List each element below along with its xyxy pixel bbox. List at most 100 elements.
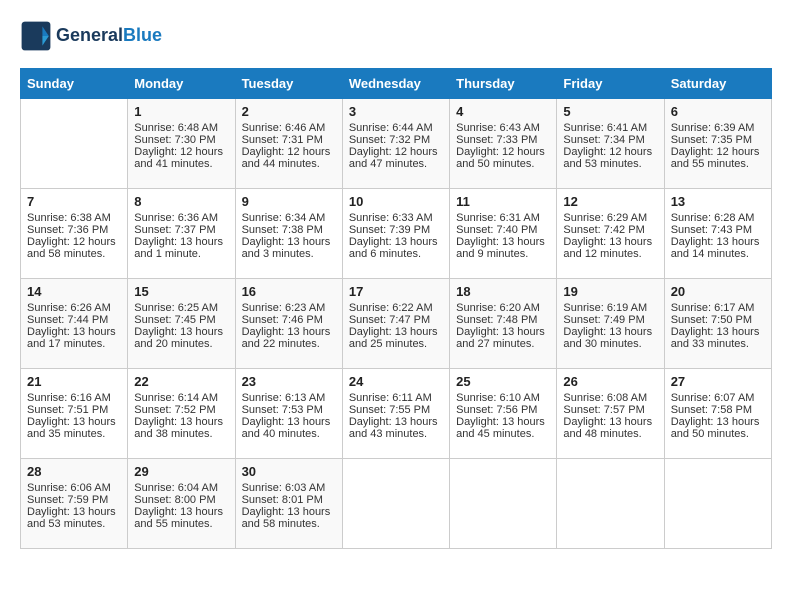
day-number: 7 [27,194,121,209]
calendar-cell: 11Sunrise: 6:31 AMSunset: 7:40 PMDayligh… [450,189,557,279]
day-info-line: Daylight: 13 hours [349,416,443,428]
day-info-line: Daylight: 13 hours [134,236,228,248]
day-number: 29 [134,464,228,479]
day-info-line: and 50 minutes. [456,158,550,170]
day-info-line: and 58 minutes. [242,518,336,530]
day-info-line: Sunrise: 6:04 AM [134,482,228,494]
day-info-line: and 58 minutes. [27,248,121,260]
day-info-line: Sunset: 7:39 PM [349,224,443,236]
calendar-cell: 19Sunrise: 6:19 AMSunset: 7:49 PMDayligh… [557,279,664,369]
weekday-header-wednesday: Wednesday [342,69,449,99]
day-number: 13 [671,194,765,209]
day-info-line: Daylight: 13 hours [563,236,657,248]
day-number: 24 [349,374,443,389]
day-info-line: Sunrise: 6:11 AM [349,392,443,404]
day-info-line: Sunset: 7:46 PM [242,314,336,326]
day-number: 10 [349,194,443,209]
calendar-cell [342,459,449,549]
day-info-line: and 45 minutes. [456,428,550,440]
calendar-cell: 18Sunrise: 6:20 AMSunset: 7:48 PMDayligh… [450,279,557,369]
day-info-line: Daylight: 13 hours [242,236,336,248]
day-info-line: Sunset: 7:55 PM [349,404,443,416]
calendar-cell: 21Sunrise: 6:16 AMSunset: 7:51 PMDayligh… [21,369,128,459]
day-info-line: Sunrise: 6:44 AM [349,122,443,134]
day-number: 2 [242,104,336,119]
calendar-cell: 17Sunrise: 6:22 AMSunset: 7:47 PMDayligh… [342,279,449,369]
day-number: 30 [242,464,336,479]
day-info-line: Sunrise: 6:06 AM [27,482,121,494]
day-info-line: Sunset: 7:56 PM [456,404,550,416]
calendar-cell [664,459,771,549]
day-info-line: Daylight: 13 hours [563,326,657,338]
day-number: 21 [27,374,121,389]
day-info-line: Daylight: 13 hours [456,416,550,428]
day-info-line: Sunset: 7:50 PM [671,314,765,326]
day-info-line: Sunrise: 6:34 AM [242,212,336,224]
day-info-line: Sunrise: 6:20 AM [456,302,550,314]
day-info-line: Daylight: 13 hours [242,416,336,428]
calendar-cell: 4Sunrise: 6:43 AMSunset: 7:33 PMDaylight… [450,99,557,189]
day-info-line: Sunset: 7:37 PM [134,224,228,236]
calendar-week-row: 14Sunrise: 6:26 AMSunset: 7:44 PMDayligh… [21,279,772,369]
day-info-line: and 47 minutes. [349,158,443,170]
day-info-line: Daylight: 13 hours [27,416,121,428]
day-number: 3 [349,104,443,119]
day-info-line: Sunrise: 6:25 AM [134,302,228,314]
day-info-line: Sunset: 7:59 PM [27,494,121,506]
day-info-line: Daylight: 13 hours [563,416,657,428]
logo-line2: Blue [123,25,162,45]
day-info-line: and 1 minute. [134,248,228,260]
day-info-line: Sunrise: 6:29 AM [563,212,657,224]
day-info-line: Sunset: 7:42 PM [563,224,657,236]
day-info-line: and 20 minutes. [134,338,228,350]
day-info-line: Daylight: 13 hours [134,326,228,338]
day-number: 27 [671,374,765,389]
calendar-cell: 3Sunrise: 6:44 AMSunset: 7:32 PMDaylight… [342,99,449,189]
day-info-line: and 25 minutes. [349,338,443,350]
day-number: 11 [456,194,550,209]
day-info-line: Daylight: 13 hours [671,326,765,338]
calendar-cell: 28Sunrise: 6:06 AMSunset: 7:59 PMDayligh… [21,459,128,549]
calendar-cell: 10Sunrise: 6:33 AMSunset: 7:39 PMDayligh… [342,189,449,279]
day-info-line: Sunset: 7:31 PM [242,134,336,146]
day-info-line: Daylight: 13 hours [671,416,765,428]
weekday-header-monday: Monday [128,69,235,99]
day-number: 8 [134,194,228,209]
day-info-line: Daylight: 13 hours [349,326,443,338]
calendar-cell: 2Sunrise: 6:46 AMSunset: 7:31 PMDaylight… [235,99,342,189]
day-info-line: Sunrise: 6:26 AM [27,302,121,314]
calendar-cell: 27Sunrise: 6:07 AMSunset: 7:58 PMDayligh… [664,369,771,459]
calendar-cell: 9Sunrise: 6:34 AMSunset: 7:38 PMDaylight… [235,189,342,279]
calendar-cell: 5Sunrise: 6:41 AMSunset: 7:34 PMDaylight… [557,99,664,189]
day-info-line: Sunrise: 6:31 AM [456,212,550,224]
day-info-line: Sunrise: 6:19 AM [563,302,657,314]
day-info-line: Sunrise: 6:38 AM [27,212,121,224]
day-info-line: Sunset: 7:35 PM [671,134,765,146]
day-info-line: Sunset: 7:51 PM [27,404,121,416]
day-info-line: Sunset: 7:32 PM [349,134,443,146]
day-info-line: Daylight: 12 hours [563,146,657,158]
day-info-line: Daylight: 13 hours [242,506,336,518]
calendar-cell [450,459,557,549]
day-info-line: Sunset: 8:01 PM [242,494,336,506]
day-info-line: and 55 minutes. [671,158,765,170]
calendar-cell: 16Sunrise: 6:23 AMSunset: 7:46 PMDayligh… [235,279,342,369]
day-number: 1 [134,104,228,119]
day-info-line: Sunset: 7:45 PM [134,314,228,326]
day-info-line: Daylight: 13 hours [134,416,228,428]
calendar-table: SundayMondayTuesdayWednesdayThursdayFrid… [20,68,772,549]
day-info-line: Sunrise: 6:23 AM [242,302,336,314]
day-info-line: Sunset: 7:30 PM [134,134,228,146]
day-info-line: Sunset: 7:36 PM [27,224,121,236]
day-info-line: and 44 minutes. [242,158,336,170]
calendar-cell: 22Sunrise: 6:14 AMSunset: 7:52 PMDayligh… [128,369,235,459]
calendar-cell [21,99,128,189]
day-info-line: Sunrise: 6:22 AM [349,302,443,314]
day-info-line: and 43 minutes. [349,428,443,440]
day-number: 22 [134,374,228,389]
day-number: 16 [242,284,336,299]
day-info-line: Sunset: 7:43 PM [671,224,765,236]
day-info-line: and 40 minutes. [242,428,336,440]
day-info-line: and 6 minutes. [349,248,443,260]
day-info-line: Daylight: 12 hours [242,146,336,158]
